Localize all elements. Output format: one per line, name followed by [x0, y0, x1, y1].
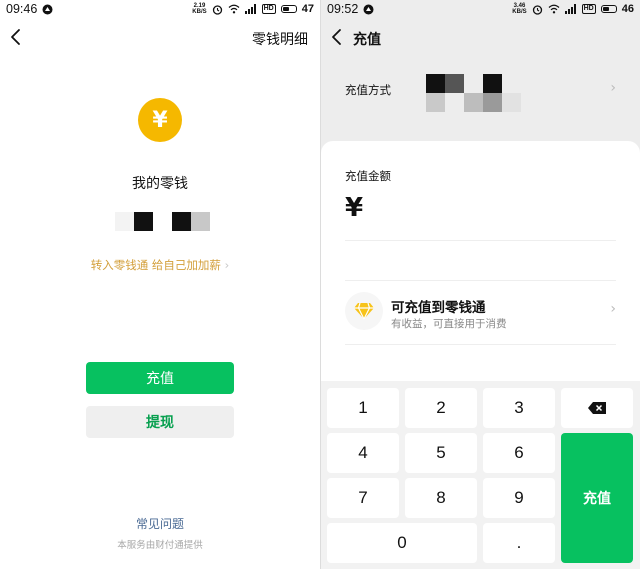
- key-2[interactable]: 2: [405, 388, 477, 428]
- key-4[interactable]: 4: [327, 433, 399, 473]
- lingqiantong-option[interactable]: 可充值到零钱通 有收益，可直接用于消费 ›: [321, 281, 640, 343]
- alarm-icon: [212, 4, 222, 15]
- chevron-right-icon: ›: [224, 258, 230, 272]
- payment-method-row[interactable]: 充值方式 ›: [321, 62, 640, 126]
- diamond-icon: [345, 292, 383, 330]
- screenshot-root: 09:46 2.19 KB/S HD 47 零钱明细 ¥ 我的零钱 转入零钱通 …: [0, 0, 640, 569]
- provider-note: 本服务由财付通提供: [117, 540, 203, 551]
- page-title: 充值: [353, 32, 381, 48]
- status-time: 09:52: [327, 2, 359, 16]
- payment-method-label: 充值方式: [345, 83, 391, 97]
- signal-icon: [244, 4, 256, 14]
- key-0[interactable]: 0: [327, 523, 477, 563]
- lingqiantong-option-subtitle: 有收益，可直接用于消费: [391, 318, 507, 330]
- recharge-button[interactable]: 充值: [86, 362, 234, 394]
- wallet-detail-link[interactable]: 零钱明细: [252, 29, 308, 49]
- backspace-key[interactable]: [561, 388, 633, 428]
- battery-level: 47: [301, 3, 314, 15]
- battery-level: 46: [621, 3, 634, 15]
- signal-icon: [564, 4, 576, 14]
- amount-divider: [345, 240, 616, 241]
- status-bar: 09:52 3.46 KB/S HD 46: [321, 0, 640, 18]
- key-8[interactable]: 8: [405, 478, 477, 518]
- key-3[interactable]: 3: [483, 388, 555, 428]
- key-7[interactable]: 7: [327, 478, 399, 518]
- hd-icon: HD: [261, 4, 276, 14]
- redacted-card-mosaic: [407, 74, 521, 112]
- wifi-icon: [548, 4, 560, 14]
- confirm-recharge-button[interactable]: 充值: [561, 433, 633, 563]
- key-9[interactable]: 9: [483, 478, 555, 518]
- chevron-right-icon: ›: [610, 80, 616, 96]
- withdraw-button[interactable]: 提现: [86, 406, 234, 438]
- battery-icon: [600, 5, 617, 13]
- amount-card: 充值金额 ¥ 可充值到零钱通 有收益，可直接用于消费 ›: [321, 141, 640, 381]
- numeric-keypad: 1 2 3 4 5 6 7 8 9 0 . 充值: [321, 381, 640, 569]
- lingqiantong-option-title: 可充值到零钱通: [391, 300, 486, 316]
- balance-title: 我的零钱: [132, 176, 188, 192]
- coin-icon: ¥: [138, 98, 182, 142]
- status-bar: 09:46 2.19 KB/S HD 47: [0, 0, 320, 18]
- amount-input[interactable]: ¥: [345, 193, 363, 223]
- app-notification-icon: [363, 4, 374, 14]
- wifi-icon: [228, 4, 240, 14]
- key-1[interactable]: 1: [327, 388, 399, 428]
- amount-label: 充值金额: [345, 169, 391, 183]
- option-divider: [345, 344, 616, 345]
- battery-icon: [280, 5, 297, 13]
- back-icon[interactable]: [329, 28, 345, 46]
- key-decimal[interactable]: .: [483, 523, 555, 563]
- hd-icon: HD: [581, 4, 596, 14]
- lingqiantong-promo-link[interactable]: 转入零钱通 给自己加加薪 ›: [0, 257, 320, 273]
- back-icon[interactable]: [8, 28, 24, 46]
- alarm-icon: [532, 4, 542, 15]
- network-speed: 3.46 KB/S: [512, 3, 527, 15]
- status-time: 09:46: [6, 2, 38, 16]
- wallet-balance-screen: 09:46 2.19 KB/S HD 47 零钱明细 ¥ 我的零钱 转入零钱通 …: [0, 0, 320, 569]
- key-6[interactable]: 6: [483, 433, 555, 473]
- backspace-icon: [588, 402, 606, 414]
- key-5[interactable]: 5: [405, 433, 477, 473]
- network-speed: 2.19 KB/S: [192, 3, 207, 15]
- faq-link[interactable]: 常见问题: [0, 515, 320, 532]
- recharge-screen: 09:52 3.46 KB/S HD 46 充值 充值方式 › 充值金额 ¥ 可…: [321, 0, 640, 569]
- redacted-balance-mosaic: [115, 212, 210, 231]
- app-notification-icon: [42, 4, 53, 14]
- chevron-right-icon: ›: [610, 301, 616, 317]
